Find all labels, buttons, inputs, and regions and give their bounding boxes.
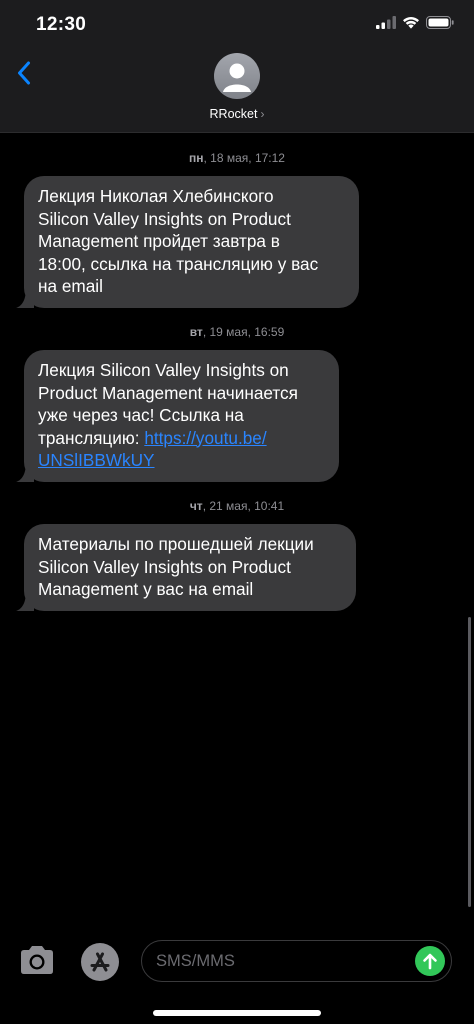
status-icons: [376, 16, 454, 29]
message-line: Лекция Николая Хлебинского: [38, 186, 274, 206]
message-bubble[interactable]: Лекция Silicon Valley Insights on Produc…: [16, 350, 339, 482]
timestamp-day: вт: [189, 325, 203, 339]
youtube-link-continued[interactable]: UNSlIBBWkUY: [38, 450, 155, 470]
scroll-indicator[interactable]: [468, 617, 471, 907]
message-line: Management пройдет завтра в: [38, 231, 280, 251]
contact-name-button[interactable]: RRocket ›: [0, 107, 474, 121]
camera-icon: [21, 946, 53, 974]
bubble-tail: [16, 590, 34, 611]
chevron-left-icon: [18, 61, 30, 85]
conversation-header: 12:30 RRocket ›: [0, 0, 474, 133]
contact-name: RRocket: [209, 107, 258, 121]
cellular-signal-icon: [376, 16, 396, 29]
message-text: трансляцию:: [38, 427, 145, 448]
message-line: уже через час! Ссылка на: [38, 405, 244, 425]
back-button[interactable]: [10, 56, 38, 90]
send-button[interactable]: [415, 946, 445, 976]
message-line: Лекция Silicon Valley Insights on: [38, 360, 289, 380]
message-input[interactable]: SMS/MMS: [141, 940, 452, 982]
home-indicator[interactable]: [153, 1010, 321, 1016]
message-line: UNSlIBBWkUY: [38, 449, 323, 472]
youtube-link[interactable]: https://youtu.be/: [144, 428, 266, 448]
message-line: 18:00, ссылка на трансляцию у вас: [38, 253, 319, 274]
timestamp-day: чт: [189, 499, 203, 513]
app-store-icon: [81, 943, 119, 981]
message-line: Management у вас на email: [38, 579, 254, 599]
message-line: Silicon Valley Insights on Product: [38, 208, 291, 229]
timestamp: вт, 19 мая, 16:59: [0, 325, 474, 339]
message-input-placeholder: SMS/MMS: [156, 952, 235, 970]
arrow-up-icon: [423, 953, 437, 970]
timestamp: чт, 21 мая, 10:41: [0, 499, 474, 513]
app-store-button[interactable]: [80, 942, 120, 982]
timestamp: пн, 18 мая, 17:12: [0, 151, 474, 165]
message-bubble[interactable]: Лекция Николая Хлебинского Silicon Valle…: [16, 176, 359, 308]
timestamp-datetime: , 21 мая, 10:41: [202, 499, 285, 513]
timestamp-datetime: , 19 мая, 16:59: [202, 325, 285, 339]
bubble-tail: [16, 287, 34, 308]
status-time: 12:30: [36, 14, 87, 35]
message-line: Product Management начинается: [38, 382, 298, 403]
message-line: на email: [38, 276, 103, 296]
contact-avatar[interactable]: [214, 53, 260, 99]
battery-icon: [426, 16, 454, 29]
message-bubble[interactable]: Материалы по прошедшей лекции Silicon Va…: [16, 524, 356, 611]
message-line: трансляцию: https://youtu.be/: [38, 427, 323, 450]
bubble-tail: [16, 461, 34, 482]
message-line: Материалы по прошедшей лекции: [38, 534, 314, 554]
person-icon: [223, 63, 251, 92]
camera-button[interactable]: [18, 944, 56, 978]
wifi-icon: [403, 17, 419, 29]
chevron-right-icon: ›: [260, 107, 265, 121]
timestamp-datetime: , 18 мая, 17:12: [203, 151, 285, 165]
timestamp-day: пн: [189, 151, 204, 165]
message-line: Silicon Valley Insights on Product: [38, 556, 291, 577]
